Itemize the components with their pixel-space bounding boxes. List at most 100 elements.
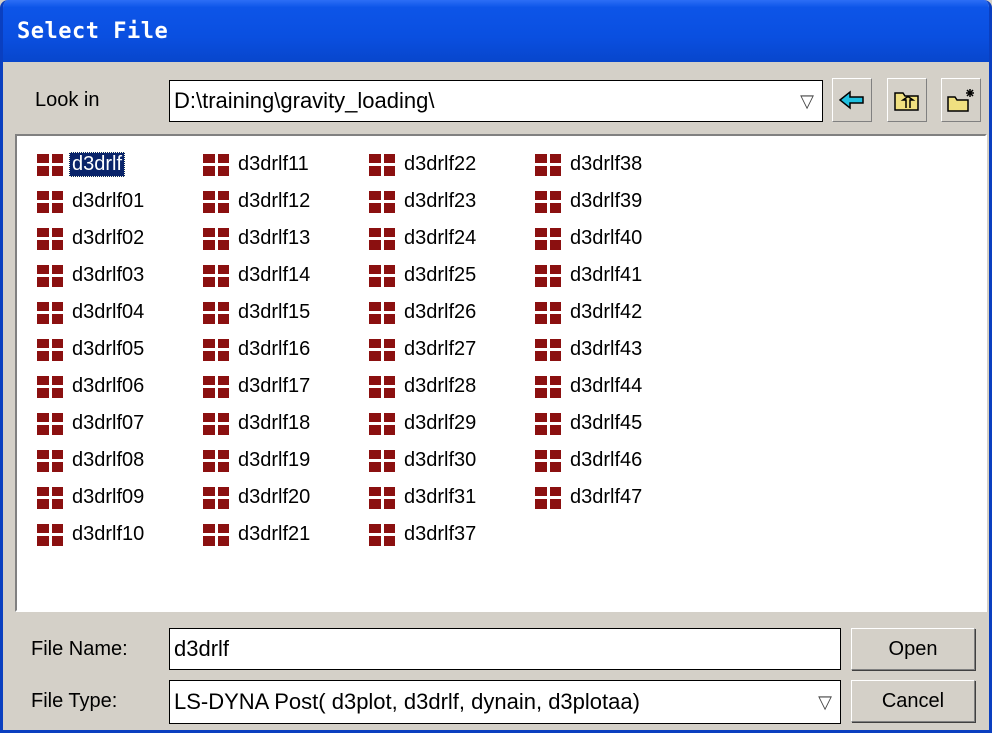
file-icon xyxy=(203,190,229,213)
file-item[interactable]: d3drlf40 xyxy=(535,220,645,257)
file-name: d3drlf47 xyxy=(570,486,643,508)
file-item[interactable]: d3drlf46 xyxy=(535,442,645,479)
file-item[interactable]: d3drlf39 xyxy=(535,183,645,220)
file-name: d3drlf18 xyxy=(238,412,311,434)
file-name: d3drlf27 xyxy=(404,338,477,360)
up-folder-button[interactable] xyxy=(887,78,927,122)
file-item[interactable]: d3drlf07 xyxy=(37,405,147,442)
file-item[interactable]: d3drlf10 xyxy=(37,516,147,553)
file-column: d3drlf11 d3drlf12 d3drlf13 d3drlf14 d3dr… xyxy=(203,146,313,553)
arrow-left-icon xyxy=(839,90,864,110)
file-item[interactable]: d3drlf20 xyxy=(203,479,313,516)
file-item[interactable]: d3drlf42 xyxy=(535,294,645,331)
file-item[interactable]: d3drlf30 xyxy=(369,442,479,479)
file-list[interactable]: d3drlf d3drlf01 d3drlf02 d3drlf03 d3drlf… xyxy=(15,134,987,612)
file-item[interactable]: d3drlf43 xyxy=(535,331,645,368)
file-icon xyxy=(369,153,395,176)
file-name: d3drlf09 xyxy=(72,486,145,508)
file-name: d3drlf17 xyxy=(238,375,311,397)
file-item[interactable]: d3drlf14 xyxy=(203,257,313,294)
file-name: d3drlf01 xyxy=(72,190,145,212)
file-name: d3drlf10 xyxy=(72,523,145,545)
file-item[interactable]: d3drlf23 xyxy=(369,183,479,220)
file-icon xyxy=(535,264,561,287)
file-icon xyxy=(369,338,395,361)
file-name: d3drlf23 xyxy=(404,190,477,212)
file-icon xyxy=(535,153,561,176)
file-item[interactable]: d3drlf26 xyxy=(369,294,479,331)
file-name: d3drlf14 xyxy=(238,264,311,286)
file-item[interactable]: d3drlf47 xyxy=(535,479,645,516)
file-item[interactable]: d3drlf37 xyxy=(369,516,479,553)
file-icon xyxy=(37,486,63,509)
open-button[interactable]: Open xyxy=(851,628,975,670)
file-icon xyxy=(369,523,395,546)
file-name-label: File Name: xyxy=(31,638,128,660)
file-item[interactable]: d3drlf16 xyxy=(203,331,313,368)
file-name: d3drlf46 xyxy=(570,449,643,471)
file-item[interactable]: d3drlf25 xyxy=(369,257,479,294)
file-item[interactable]: d3drlf09 xyxy=(37,479,147,516)
file-column: d3drlf d3drlf01 d3drlf02 d3drlf03 d3drlf… xyxy=(37,146,147,553)
file-item[interactable]: d3drlf12 xyxy=(203,183,313,220)
file-icon xyxy=(203,153,229,176)
dialog-title: Select File xyxy=(17,18,169,44)
file-item[interactable]: d3drlf02 xyxy=(37,220,147,257)
file-item[interactable]: d3drlf44 xyxy=(535,368,645,405)
dropdown-arrow-icon[interactable]: ▽ xyxy=(810,692,840,713)
file-icon xyxy=(369,486,395,509)
file-item[interactable]: d3drlf17 xyxy=(203,368,313,405)
file-item[interactable]: d3drlf15 xyxy=(203,294,313,331)
new-folder-button[interactable] xyxy=(941,78,981,122)
file-name: d3drlf02 xyxy=(72,227,145,249)
file-icon xyxy=(37,190,63,213)
file-item[interactable]: d3drlf21 xyxy=(203,516,313,553)
file-item[interactable]: d3drlf41 xyxy=(535,257,645,294)
file-name: d3drlf20 xyxy=(238,486,311,508)
file-icon xyxy=(203,301,229,324)
file-name: d3drlf21 xyxy=(238,523,311,545)
file-name-field[interactable]: d3drlf xyxy=(169,628,841,670)
file-item[interactable]: d3drlf28 xyxy=(369,368,479,405)
file-item[interactable]: d3drlf05 xyxy=(37,331,147,368)
file-icon xyxy=(203,486,229,509)
file-name: d3drlf42 xyxy=(570,301,643,323)
cancel-button[interactable]: Cancel xyxy=(851,680,975,722)
file-item[interactable]: d3drlf27 xyxy=(369,331,479,368)
file-item[interactable]: d3drlf04 xyxy=(37,294,147,331)
file-item[interactable]: d3drlf18 xyxy=(203,405,313,442)
file-name: d3drlf04 xyxy=(72,301,145,323)
back-button[interactable] xyxy=(832,78,872,122)
file-name: d3drlf06 xyxy=(72,375,145,397)
file-item[interactable]: d3drlf11 xyxy=(203,146,313,183)
file-icon xyxy=(369,190,395,213)
file-item[interactable]: d3drlf24 xyxy=(369,220,479,257)
file-icon xyxy=(37,153,63,176)
file-item[interactable]: d3drlf03 xyxy=(37,257,147,294)
file-item[interactable]: d3drlf22 xyxy=(369,146,479,183)
file-icon xyxy=(37,338,63,361)
file-name: d3drlf12 xyxy=(238,190,311,212)
look-in-combo[interactable]: D:\training\gravity_loading\ ▽ xyxy=(169,80,823,122)
file-item[interactable]: d3drlf08 xyxy=(37,442,147,479)
file-item[interactable]: d3drlf45 xyxy=(535,405,645,442)
file-icon xyxy=(37,449,63,472)
file-item[interactable]: d3drlf19 xyxy=(203,442,313,479)
file-item[interactable]: d3drlf13 xyxy=(203,220,313,257)
file-item[interactable]: d3drlf01 xyxy=(37,183,147,220)
file-name: d3drlf19 xyxy=(238,449,311,471)
file-item[interactable]: d3drlf06 xyxy=(37,368,147,405)
file-name: d3drlf44 xyxy=(570,375,643,397)
file-item[interactable]: d3drlf31 xyxy=(369,479,479,516)
file-name: d3drlf37 xyxy=(404,523,477,545)
file-name: d3drlf15 xyxy=(238,301,311,323)
file-item[interactable]: d3drlf xyxy=(37,146,147,183)
select-file-dialog: Select File Look in D:\training\gravity_… xyxy=(0,0,992,733)
dropdown-arrow-icon[interactable]: ▽ xyxy=(792,91,822,112)
file-type-value: LS-DYNA Post( d3plot, d3drlf, dynain, d3… xyxy=(174,689,640,714)
file-item[interactable]: d3drlf29 xyxy=(369,405,479,442)
file-name: d3drlf13 xyxy=(238,227,311,249)
title-bar[interactable]: Select File xyxy=(3,0,989,62)
file-type-combo[interactable]: LS-DYNA Post( d3plot, d3drlf, dynain, d3… xyxy=(169,680,841,724)
file-item[interactable]: d3drlf38 xyxy=(535,146,645,183)
